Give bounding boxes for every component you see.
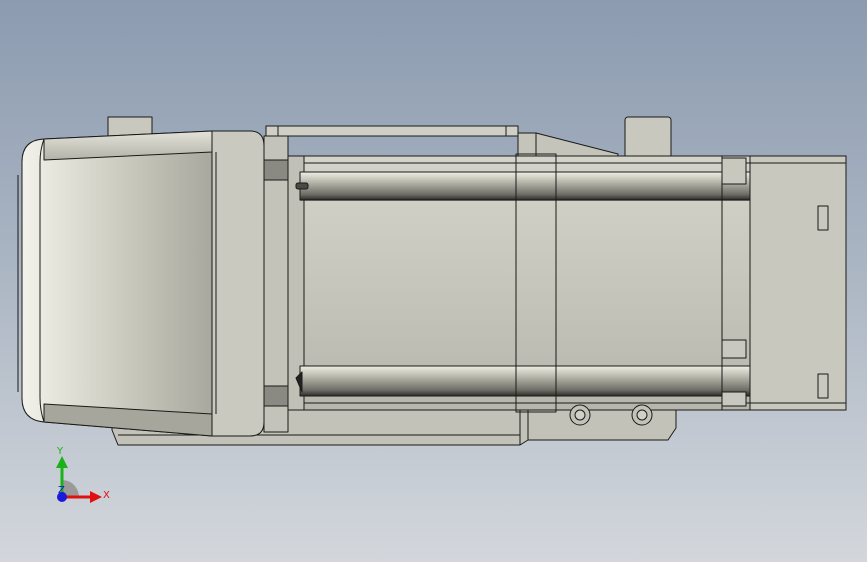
y-axis-label: Y	[56, 446, 64, 457]
actuator-model[interactable]	[17, 116, 847, 446]
front-end-plate	[749, 155, 847, 411]
rear-end-cap	[17, 130, 213, 437]
top-rail	[265, 125, 619, 161]
axis-triad: Y X Z	[56, 446, 110, 503]
z-axis-label: Z	[58, 485, 65, 496]
motor-housing	[211, 130, 289, 437]
x-axis-arrow	[90, 491, 102, 503]
cad-viewport[interactable]: Y X Z	[0, 0, 867, 562]
y-axis-arrow	[56, 456, 68, 468]
x-axis-label: X	[103, 490, 110, 501]
top-tab-right	[624, 116, 672, 163]
